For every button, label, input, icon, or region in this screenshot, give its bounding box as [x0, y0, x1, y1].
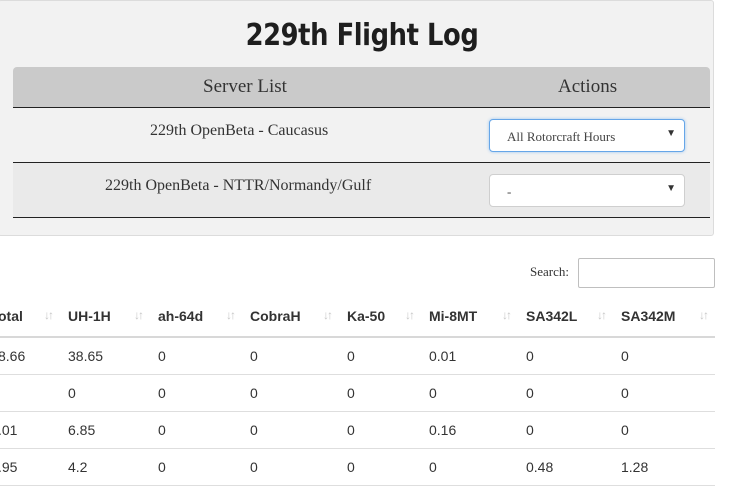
- server-name: 229th OpenBeta - Caucasus: [150, 122, 329, 139]
- server-row: 229th OpenBeta - NTTR/Normandy/Gulf - ▼: [13, 163, 710, 218]
- table-cell: .01: [0, 411, 60, 449]
- table-cell: 0: [518, 374, 613, 412]
- column-label: CobraH: [250, 308, 301, 324]
- column-header-sa342l[interactable]: SA342L ↓↑: [518, 296, 613, 338]
- column-label: UH-1H: [68, 308, 111, 324]
- table-cell: 0: [518, 337, 613, 375]
- sort-icon: ↓↑: [323, 308, 333, 322]
- server-row: 229th OpenBeta - Caucasus All Rotorcraft…: [13, 108, 710, 163]
- sort-icon: ↓↑: [134, 308, 144, 322]
- action-select-caucasus[interactable]: All Rotorcraft Hours ▼: [489, 119, 685, 152]
- chevron-down-icon: ▼: [666, 183, 676, 194]
- sort-icon: ↓↑: [405, 308, 415, 322]
- server-table: Server List Actions 229th OpenBeta - Cau…: [13, 67, 710, 218]
- chevron-down-icon: ▼: [666, 128, 676, 139]
- actions-header: Actions: [558, 76, 618, 97]
- table-cell: 0: [613, 411, 715, 449]
- sort-icon: ↓↑: [44, 308, 54, 322]
- table-cell: 0: [60, 374, 150, 412]
- table-cell: 0: [150, 411, 242, 449]
- action-select-nttr[interactable]: - ▼: [489, 174, 685, 207]
- column-header-mi-8mt[interactable]: Mi-8MT ↓↑: [421, 296, 518, 338]
- column-label: otal: [0, 308, 23, 324]
- column-header-cobrah[interactable]: CobraH ↓↑: [242, 296, 339, 338]
- table-row: .95 4.2 0 0 0 0 0.48 1.28: [0, 448, 715, 486]
- table-cell: 0: [339, 337, 421, 375]
- table-cell: 0.16: [421, 411, 518, 449]
- hours-table: otal ↓↑ UH-1H ↓↑ ah-64d ↓↑ CobraH ↓↑ Ka-50 ↓↑…: [0, 296, 715, 486]
- table-cell: 0: [518, 411, 613, 449]
- table-cell: 1.28: [613, 448, 715, 486]
- table-cell: 0: [150, 337, 242, 375]
- column-header-uh-1h[interactable]: UH-1H ↓↑: [60, 296, 150, 338]
- server-list-header: Server List: [203, 76, 287, 97]
- table-cell: 0: [339, 448, 421, 486]
- server-name: 229th OpenBeta - NTTR/Normandy/Gulf: [105, 177, 372, 194]
- table-cell: 0: [421, 374, 518, 412]
- table-cell: 4.2: [60, 448, 150, 486]
- server-table-header: Server List Actions: [13, 67, 710, 108]
- search-label: Search:: [530, 264, 569, 279]
- table-header-row: otal ↓↑ UH-1H ↓↑ ah-64d ↓↑ CobraH ↓↑ Ka-50 ↓↑…: [0, 296, 715, 338]
- column-label: Mi-8MT: [429, 308, 478, 324]
- table-cell: 0: [613, 337, 715, 375]
- table-cell: 0.48: [518, 448, 613, 486]
- table-row: 0 0 0 0 0 0 0: [0, 374, 715, 412]
- column-header-sa342m[interactable]: SA342M ↓↑: [613, 296, 715, 338]
- table-cell: 0.01: [421, 337, 518, 375]
- sort-icon: ↓↑: [597, 308, 607, 322]
- sort-icon: ↓↑: [502, 308, 512, 322]
- table-cell: 0: [339, 411, 421, 449]
- table-cell: 0: [150, 448, 242, 486]
- select-value: All Rotorcraft Hours: [507, 129, 616, 144]
- column-label: Ka-50: [347, 308, 386, 324]
- table-cell: 6.85: [60, 411, 150, 449]
- column-header-ah-64d[interactable]: ah-64d ↓↑: [150, 296, 242, 338]
- column-label: ah-64d: [158, 308, 204, 324]
- table-cell: [0, 374, 60, 412]
- table-cell: 0: [421, 448, 518, 486]
- table-cell: 0: [242, 337, 339, 375]
- column-label: SA342M: [621, 308, 676, 324]
- table-cell: 38.65: [60, 337, 150, 375]
- sort-icon: ↓↑: [699, 308, 709, 322]
- table-cell: 0: [150, 374, 242, 412]
- column-header-total[interactable]: otal ↓↑: [0, 296, 60, 338]
- select-value: -: [507, 184, 512, 199]
- table-cell: .95: [0, 448, 60, 486]
- table-row: .01 6.85 0 0 0 0.16 0 0: [0, 411, 715, 449]
- search-input[interactable]: [578, 258, 715, 288]
- sort-icon: ↓↑: [226, 308, 236, 322]
- table-cell: 0: [242, 448, 339, 486]
- table-cell: 0: [613, 374, 715, 412]
- column-header-ka-50[interactable]: Ka-50 ↓↑: [339, 296, 421, 338]
- column-label: SA342L: [526, 308, 578, 324]
- table-cell: 0: [339, 374, 421, 412]
- table-cell: 0: [242, 374, 339, 412]
- page-title: 229th Flight Log: [245, 18, 479, 53]
- table-cell: 0: [242, 411, 339, 449]
- table-row: 8.66 38.65 0 0 0 0.01 0 0: [0, 337, 715, 375]
- table-cell: 8.66: [0, 337, 60, 375]
